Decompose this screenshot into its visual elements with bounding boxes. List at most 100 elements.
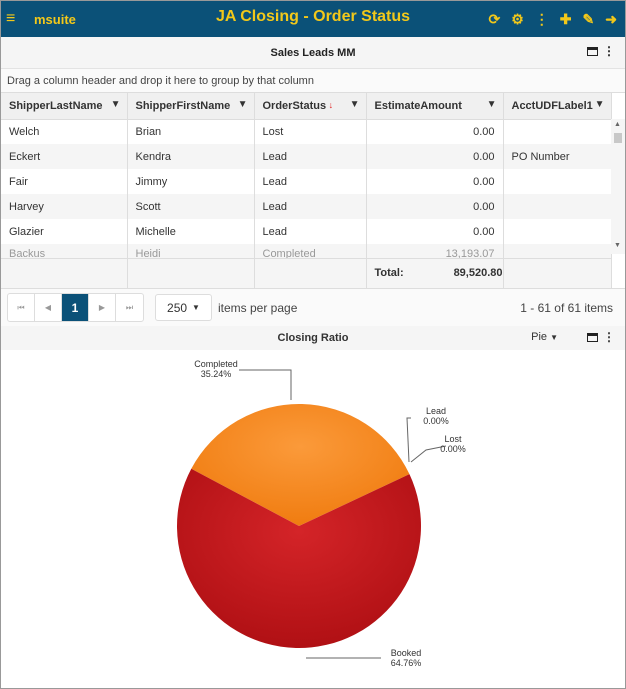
table-cell: PO Number [503,144,612,169]
table-cell: Backus [1,244,128,258]
table-cell: 13,193.07 [366,244,504,258]
maximize-icon[interactable] [587,46,598,56]
table-cell: Fair [1,169,128,194]
gear-icon[interactable]: ⚙ [511,11,524,28]
page-size-select[interactable]: 250 ▼ [155,294,212,321]
filter-icon[interactable]: ▼ [238,99,248,110]
caret-down-icon: ▼ [550,333,558,342]
group-drop-area[interactable]: Drag a column header and drop it here to… [1,69,625,93]
table-row[interactable]: Fair Jimmy Lead 0.00 [1,169,612,194]
first-page-button[interactable]: ⏮ [8,294,35,321]
more-vertical-icon[interactable]: ⋮ [535,11,549,28]
table-cell [503,194,612,219]
table-cell: Lead [254,169,367,194]
table-cell: Jimmy [127,169,255,194]
total-label: Total: [374,267,404,280]
table-cell: Lead [254,194,367,219]
column-header[interactable]: AcctUDFLabel1 ▼ [503,93,612,120]
pager: ⏮ ◀ 1 ▶ ⏭ 250 ▼ items per page 1 - 61 of … [1,288,625,326]
table-cell: 0.00 [366,169,504,194]
column-header[interactable]: OrderStatus ↓ ▼ [254,93,367,120]
table-cell: 0.00 [366,119,504,144]
data-grid: ShipperLastName ▼ ShipperFirstName ▼ OrderSt… [1,93,625,288]
grid-panel-title: Sales Leads MM [270,46,356,59]
pencil-icon[interactable]: ✎ [583,11,595,28]
items-per-page-label: items per page [218,300,298,315]
menu-icon[interactable]: ≡ [6,10,28,28]
chart-title: Closing Ratio [277,332,349,344]
pie-chart: Completed35.24%Booked64.76%Lead0.00%Lost… [177,359,466,668]
filter-icon[interactable]: ▼ [350,99,360,110]
table-cell: Michelle [127,219,255,244]
label-connector [239,369,292,400]
filter-icon[interactable]: ▼ [595,99,605,110]
column-header-label: OrderStatus [262,99,327,112]
column-header-label: ShipperFirstName [135,99,231,112]
chart-panel-header: Closing Ratio Pie ▼ ⋮ [1,326,625,350]
table-row[interactable]: Harvey Scott Lead 0.00 [1,194,612,219]
table-row[interactable]: Welch Brian Lost 0.00 [1,119,612,144]
slice-label: Booked [391,648,422,658]
table-row[interactable]: Glazier Michelle Lead 0.00 [1,219,612,244]
column-header[interactable]: ShipperLastName ▼ [1,93,128,120]
prev-page-button[interactable]: ◀ [35,294,62,321]
table-cell: Kendra [127,144,255,169]
more-vertical-icon[interactable]: ⋮ [603,331,615,343]
sign-out-icon[interactable]: ➜ [605,11,617,28]
table-row[interactable]: Backus Heidi Completed 13,193.07 [1,244,612,258]
slice-label: Lost [444,434,462,444]
chart-type-select[interactable]: Pie ▼ [531,331,558,343]
sort-desc-icon[interactable]: ↓ [326,100,334,110]
table-cell: 0.00 [366,219,504,244]
slice-label: Lead [426,406,446,416]
page-button[interactable]: 1 [62,294,89,321]
plus-icon[interactable]: ✚ [560,11,572,28]
column-header[interactable]: ShipperFirstName ▼ [127,93,255,120]
table-cell: 0.00 [366,194,504,219]
slice-label: 64.76% [391,658,422,668]
grid-panel-header: Sales Leads MM ⋮ [1,37,625,69]
table-cell: Brian [127,119,255,144]
table-cell: Scott [127,194,255,219]
column-header-label: EstimateAmount [374,99,462,112]
table-cell: Lost [254,119,367,144]
table-cell [503,219,612,244]
maximize-icon[interactable] [587,332,598,342]
more-vertical-icon[interactable]: ⋮ [603,45,615,57]
table-cell: Welch [1,119,128,144]
table-cell: 0.00 [366,144,504,169]
table-row[interactable]: Eckert Kendra Lead 0.00 PO Number [1,144,612,169]
table-cell: Eckert [1,144,128,169]
caret-down-icon: ▼ [192,303,200,312]
table-cell: Lead [254,144,367,169]
total-value: 89,520.80 [453,267,503,280]
page-size-value: 250 [167,300,188,315]
slice-label: 35.24% [201,369,232,379]
chart-type-value: Pie [531,331,548,343]
filter-icon[interactable]: ▼ [111,99,121,110]
brand[interactable]: msuite [34,12,76,27]
table-cell: Lead [254,219,367,244]
table-cell [503,169,612,194]
column-header[interactable]: EstimateAmount ▼ [366,93,504,120]
item-range: 1 - 61 of 61 items [520,300,613,315]
column-header-label: ShipperLastName [9,99,103,112]
next-page-button[interactable]: ▶ [89,294,116,321]
top-bar: ≡ msuite JA Closing - Order Status ⟳ ⚙ ⋮… [1,1,625,37]
slice-label: Completed [194,359,238,369]
table-cell: Glazier [1,219,128,244]
column-header-label: AcctUDFLabel1 [511,99,593,112]
table-cell: Completed [254,244,367,258]
total-cell: Total: 89,520.80 [366,257,504,288]
slice-label: 0.00% [440,444,466,454]
table-cell: Harvey [1,194,128,219]
refresh-icon[interactable]: ⟳ [489,11,501,28]
table-cell [503,244,612,258]
label-connector [406,417,411,463]
filter-icon[interactable]: ▼ [487,99,497,110]
table-cell [503,119,612,144]
vertical-scrollbar[interactable]: ▲ ▼ [611,119,625,254]
slice-label: 0.00% [423,416,449,426]
table-cell: Heidi [127,244,255,258]
last-page-button[interactable]: ⏭ [116,294,143,321]
